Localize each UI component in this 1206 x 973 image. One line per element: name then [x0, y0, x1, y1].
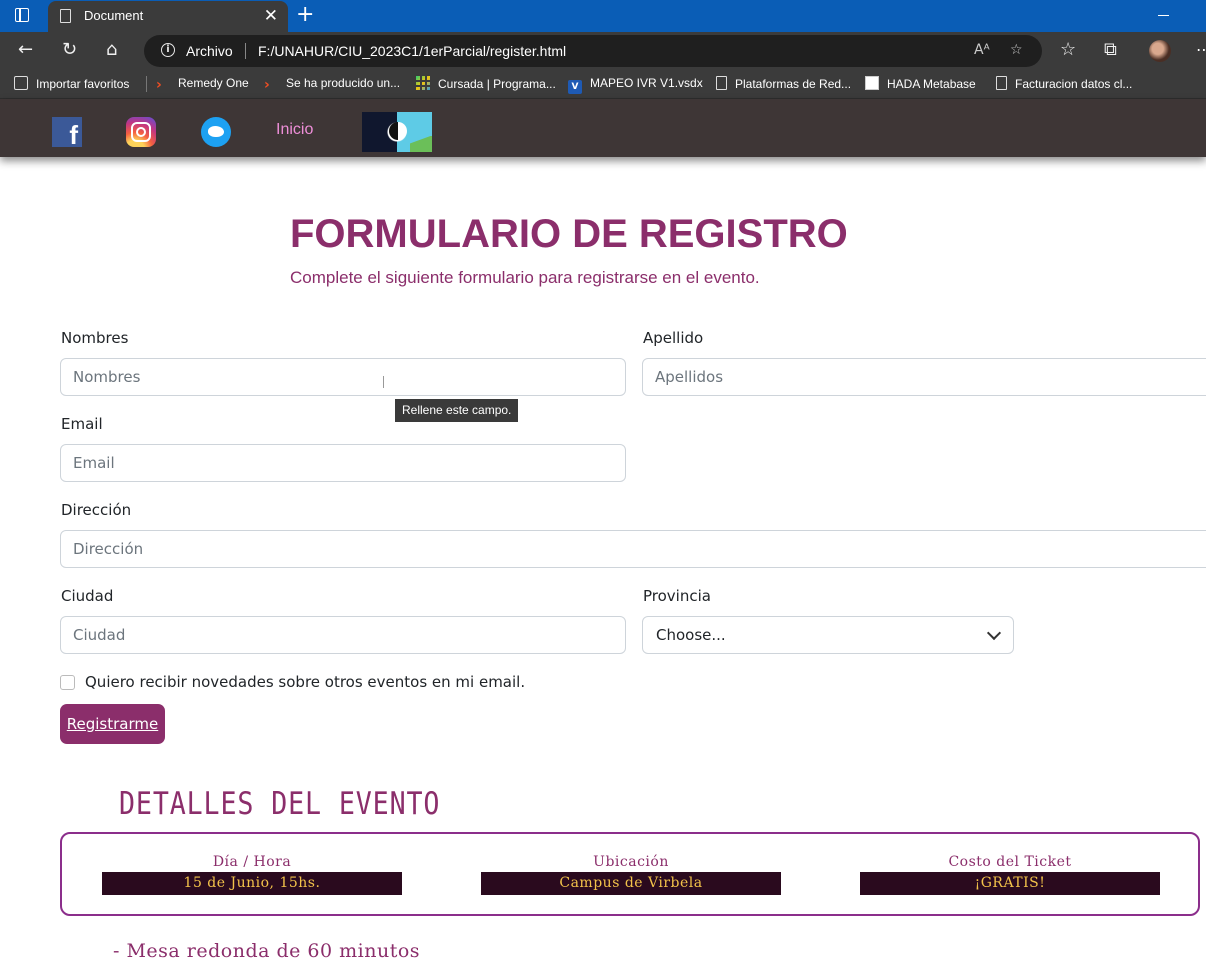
newsletter-checkbox[interactable] — [60, 675, 75, 690]
detail-heading: Día / Hora — [212, 854, 292, 870]
browser-titlebar: Document ✕ + — [0, 0, 1206, 32]
site-scheme-label: Archivo — [186, 43, 233, 59]
visio-icon: V — [568, 80, 582, 94]
tab-title: Document — [84, 8, 144, 23]
favorites-icon[interactable]: ☆ — [1060, 39, 1076, 61]
provincia-select[interactable]: Choose... — [642, 616, 1014, 654]
chevron-down-icon — [986, 625, 1002, 641]
tab-actions-icon[interactable] — [15, 8, 29, 22]
ciudad-input[interactable]: Ciudad — [60, 616, 626, 654]
nombres-label: Nombres — [61, 329, 129, 347]
direccion-input[interactable]: Dirección — [60, 530, 1206, 568]
profile-avatar[interactable] — [1149, 40, 1171, 62]
nombres-input[interactable]: Nombres — [60, 358, 626, 396]
browser-toolbar: ← ↻ ⌂ i Archivo F:/UNAHUR/CIU_2023C1/1er… — [0, 32, 1206, 70]
validation-tooltip: Rellene este campo. — [395, 399, 519, 422]
bookmark-label: HADA Metabase — [887, 77, 976, 91]
provincia-selected-value: Choose... — [656, 626, 726, 644]
direccion-label: Dirección — [61, 501, 132, 519]
bookmark-label: Plataformas de Red... — [735, 77, 852, 91]
bookmark-item[interactable]: Facturacion datos cl... — [996, 76, 1132, 94]
newsletter-label[interactable]: Quiero recibir novedades sobre otros eve… — [85, 673, 525, 691]
ciudad-placeholder: Ciudad — [73, 626, 126, 644]
apellido-placeholder: Apellidos — [655, 368, 724, 386]
email-field[interactable]: Email — [60, 444, 626, 482]
document-icon — [60, 9, 71, 23]
nav-link-inicio[interactable]: Inicio — [276, 121, 313, 139]
bookmark-item[interactable]: › Remedy One — [156, 76, 249, 94]
import-icon — [14, 76, 28, 90]
bookmarks-bar: Importar favoritos › Remedy One › Se ha pr… — [0, 70, 1206, 99]
page-icon — [716, 76, 727, 90]
text-cursor — [383, 376, 384, 388]
facebook-icon[interactable]: f — [52, 117, 82, 147]
direccion-placeholder: Dirección — [73, 540, 144, 558]
new-tab-button[interactable]: + — [296, 2, 314, 27]
email-label: Email — [61, 415, 103, 433]
home-icon[interactable]: ⌂ — [106, 39, 117, 61]
event-bullet-item: - Mesa redonda de 60 minutos — [113, 940, 421, 962]
provincia-label: Provincia — [643, 587, 711, 605]
bookmark-item[interactable]: Cursada | Programa... — [416, 76, 556, 94]
bookmark-item[interactable]: Importar favoritos — [14, 76, 129, 94]
remedy-icon: › — [264, 77, 270, 93]
collections-icon[interactable]: ⧉ — [1104, 39, 1117, 61]
bookmark-label: Facturacion datos cl... — [1015, 77, 1133, 91]
bookmark-label: MAPEO IVR V1.vsdx — [590, 76, 703, 90]
detail-heading: Ubicación — [593, 854, 669, 870]
refresh-icon[interactable]: ↻ — [62, 39, 77, 61]
event-details-box: Día / Hora 15 de Junio, 15hs. Ubicación … — [60, 832, 1200, 916]
detail-value: 15 de Junio, 15hs. — [102, 872, 402, 895]
bookmark-item[interactable]: HADA Metabase — [865, 76, 976, 94]
remedy-icon: › — [156, 77, 162, 93]
apellido-input[interactable]: Apellidos — [642, 358, 1206, 396]
instagram-icon[interactable] — [126, 117, 156, 147]
bookmark-label: Remedy One — [178, 76, 249, 90]
more-menu-icon[interactable]: ⋯ — [1196, 40, 1206, 59]
detail-column: Costo del Ticket ¡GRATIS! — [860, 854, 1160, 895]
twitter-icon[interactable] — [201, 117, 231, 147]
page-title: FORMULARIO DE REGISTRO — [290, 212, 848, 256]
detail-value: Campus de Virbela — [481, 872, 781, 895]
add-favorite-icon[interactable]: ☆ — [1010, 42, 1023, 58]
email-placeholder: Email — [73, 454, 115, 472]
detail-heading: Costo del Ticket — [948, 854, 1072, 870]
bookmarks-divider — [146, 76, 147, 92]
nombres-placeholder: Nombres — [73, 368, 141, 386]
event-logo-image[interactable] — [362, 112, 432, 152]
grid-icon — [416, 76, 430, 90]
detail-value: ¡GRATIS! — [860, 872, 1160, 895]
detail-column: Ubicación Campus de Virbela — [481, 854, 781, 895]
url-text[interactable]: F:/UNAHUR/CIU_2023C1/1erParcial/register… — [258, 43, 566, 59]
browser-tab[interactable]: Document ✕ — [48, 1, 288, 32]
register-button[interactable]: Registrarme — [60, 704, 165, 744]
bookmark-item[interactable]: V MAPEO IVR V1.vsdx — [568, 76, 703, 94]
hada-icon — [865, 76, 879, 90]
details-title: DETALLES DEL EVENTO — [119, 786, 441, 822]
address-bar[interactable]: i Archivo F:/UNAHUR/CIU_2023C1/1erParcia… — [144, 35, 1042, 67]
page-icon — [996, 76, 1007, 90]
site-navbar: f Inicio — [0, 99, 1206, 157]
read-aloud-icon[interactable]: Aᴬ — [974, 42, 990, 58]
site-info-icon[interactable]: i — [161, 43, 175, 57]
minimize-window-button[interactable] — [1158, 15, 1169, 17]
close-tab-icon[interactable]: ✕ — [264, 6, 278, 26]
apellido-label: Apellido — [643, 329, 704, 347]
detail-column: Día / Hora 15 de Junio, 15hs. — [102, 854, 402, 895]
bookmark-item[interactable]: › Se ha producido un... — [264, 76, 400, 94]
bookmark-label: Cursada | Programa... — [438, 77, 556, 91]
back-arrow-icon[interactable]: ← — [18, 39, 33, 61]
page-subtitle: Complete el siguiente formulario para re… — [290, 268, 760, 287]
omnibox-divider — [245, 43, 246, 59]
ciudad-label: Ciudad — [61, 587, 114, 605]
bookmark-label: Se ha producido un... — [286, 76, 401, 90]
bookmark-label: Importar favoritos — [36, 77, 130, 91]
bookmark-item[interactable]: Plataformas de Red... — [716, 76, 851, 94]
